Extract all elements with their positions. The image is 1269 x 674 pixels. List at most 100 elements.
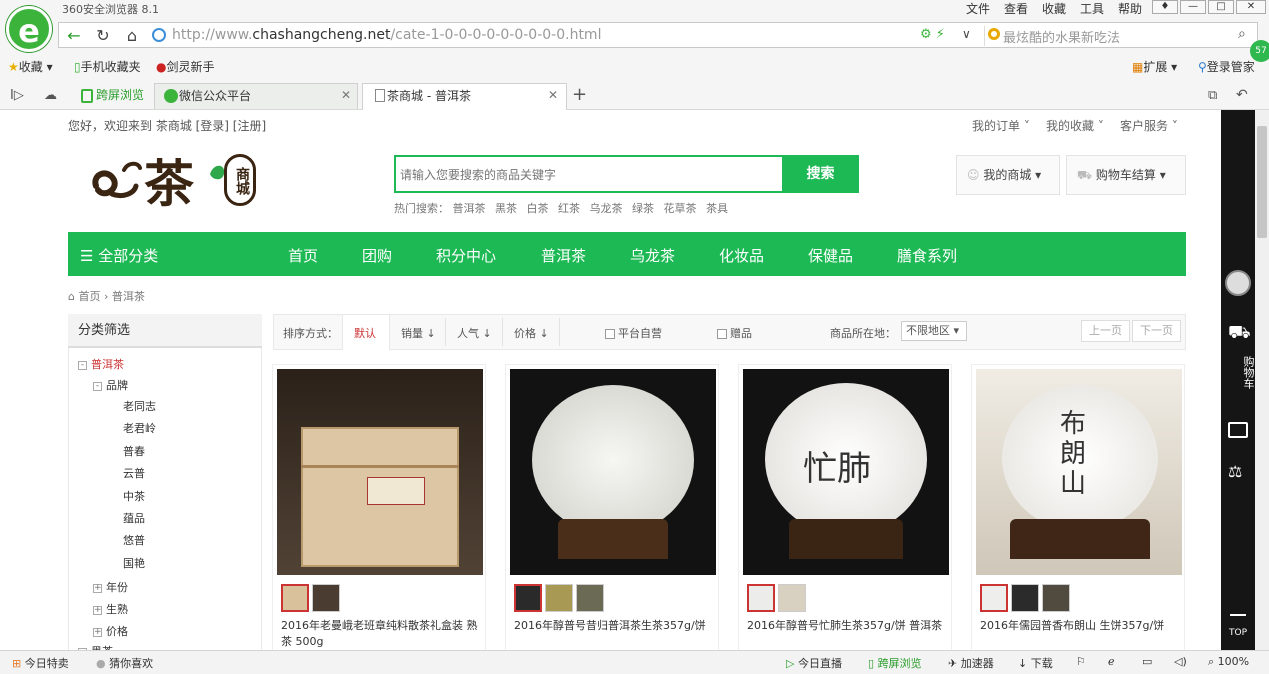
zoom-control[interactable]: ⌕ 100%: [1208, 655, 1249, 669]
welcome-text[interactable]: 您好，欢迎来到 茶商城 [登录] [注册]: [68, 117, 266, 134]
search-input[interactable]: [400, 168, 770, 182]
today-sale-button[interactable]: ⊞ 今日特卖: [12, 655, 69, 671]
maximize-icon[interactable]: □: [1208, 0, 1234, 14]
bookmark-mobile[interactable]: ▯手机收藏夹: [74, 58, 141, 75]
new-tab-icon[interactable]: +: [572, 84, 587, 105]
nav-health[interactable]: 保健品: [808, 245, 853, 266]
breadcrumb-current[interactable]: 普洱茶: [112, 290, 145, 303]
sidebar-toggle-icon[interactable]: I▷: [10, 88, 24, 103]
accelerator-button[interactable]: ✈ 加速器: [948, 655, 994, 671]
product-image[interactable]: [510, 369, 716, 575]
hot-term[interactable]: 乌龙茶: [590, 202, 623, 215]
tab-tea-mall[interactable]: 茶商城 - 普洱茶: [362, 83, 567, 110]
scale-icon[interactable]: ⚖: [1228, 462, 1242, 481]
thumbnail[interactable]: [778, 584, 806, 612]
breadcrumb-home[interactable]: 首页: [78, 290, 100, 303]
my-favorites-link[interactable]: 我的收藏 ˅: [1046, 117, 1104, 134]
restore-tab-icon[interactable]: ⧉: [1208, 88, 1217, 103]
menu-help[interactable]: 帮助: [1118, 0, 1142, 17]
hot-term[interactable]: 白茶: [527, 202, 549, 215]
product-card[interactable]: 2016年老曼峨老班章纯料散茶礼盒装 熟茶 500g: [272, 364, 486, 654]
browser-logo-icon[interactable]: e: [6, 6, 52, 52]
next-page-button[interactable]: 下一页: [1132, 320, 1181, 342]
cart-button[interactable]: ⛟ 购物车结算 ▾: [1066, 155, 1186, 195]
prev-page-button[interactable]: 上一页: [1081, 320, 1130, 342]
cart-icon[interactable]: ⛟: [1228, 322, 1251, 346]
cross-screen-button[interactable]: ▯ 跨屏浏览: [868, 655, 922, 671]
location-select[interactable]: 不限地区 ▾: [901, 321, 967, 341]
guess-you-like-button[interactable]: ● 猜你喜欢: [96, 655, 153, 671]
brand-item[interactable]: 云普: [123, 465, 145, 481]
hot-term[interactable]: 黑茶: [495, 202, 517, 215]
product-name[interactable]: 2016年老曼峨老班章纯料散茶礼盒装 熟茶 500g: [281, 618, 481, 650]
thumbnail[interactable]: [312, 584, 340, 612]
product-name[interactable]: 2016年儒园普香布朗山 生饼357g/饼: [980, 618, 1180, 634]
product-image[interactable]: 忙肺: [743, 369, 949, 575]
thumbnail[interactable]: [1011, 584, 1039, 612]
brand-item[interactable]: 普春: [123, 443, 145, 459]
sort-popularity[interactable]: 人气 ↓: [457, 325, 492, 341]
refresh-icon[interactable]: ↻: [92, 25, 114, 47]
login-manager-button[interactable]: ⚲登录管家: [1198, 58, 1255, 75]
my-mall-button[interactable]: ☺ 我的商城 ▾: [956, 155, 1060, 195]
volume-icon[interactable]: ◁): [1174, 655, 1187, 668]
brand-item[interactable]: 老君岭: [123, 420, 156, 436]
tab-close-icon[interactable]: ✕: [341, 88, 351, 102]
extensions-button[interactable]: ▦扩展 ▾: [1132, 58, 1177, 75]
thumbnail[interactable]: [576, 584, 604, 612]
menu-favorites[interactable]: 收藏: [1042, 0, 1066, 17]
search-icon[interactable]: ⌕: [1238, 26, 1246, 42]
hot-term[interactable]: 红茶: [558, 202, 580, 215]
menu-file[interactable]: 文件: [966, 0, 990, 17]
tree-raw-ripe[interactable]: + 生熟: [93, 601, 128, 617]
sort-sales[interactable]: 销量 ↓: [401, 325, 436, 341]
browser-search-input[interactable]: 最炫酷的水果新吃法: [1003, 27, 1120, 46]
product-image[interactable]: [277, 369, 483, 575]
hot-term[interactable]: 绿茶: [632, 202, 654, 215]
tree-brand[interactable]: - 品牌: [93, 377, 128, 393]
hot-term[interactable]: 普洱茶: [453, 202, 486, 215]
brand-item[interactable]: 中茶: [123, 488, 145, 504]
thumbnail[interactable]: [747, 584, 775, 612]
hot-term[interactable]: 茶具: [706, 202, 728, 215]
thumbnail[interactable]: [545, 584, 573, 612]
nav-group-buy[interactable]: 团购: [362, 245, 392, 266]
live-button[interactable]: ▷ 今日直播: [786, 655, 842, 671]
customer-service-link[interactable]: 客户服务 ˅: [1120, 117, 1178, 134]
tree-year[interactable]: + 年份: [93, 579, 128, 595]
tab-close-icon[interactable]: ✕: [548, 88, 558, 102]
back-icon[interactable]: ←: [63, 25, 85, 47]
close-window-icon[interactable]: ✕: [1236, 0, 1266, 14]
hot-term[interactable]: 花草茶: [664, 202, 697, 215]
chevron-down-icon[interactable]: ∨: [962, 27, 971, 41]
back-to-top-button[interactable]: TOP: [1221, 626, 1255, 640]
thumbnail[interactable]: [1042, 584, 1070, 612]
message-icon[interactable]: [1228, 422, 1248, 438]
all-categories-button[interactable]: ☰ 全部分类: [80, 245, 158, 266]
tree-price[interactable]: + 价格: [93, 623, 128, 639]
tree-root-puer[interactable]: - 普洱茶: [78, 356, 124, 372]
product-card[interactable]: 2016年醇普号昔归普洱茶生茶357g/饼: [505, 364, 719, 654]
minimize-icon[interactable]: —: [1180, 0, 1206, 14]
menu-tools[interactable]: 工具: [1080, 0, 1104, 17]
product-card[interactable]: 布朗山 2016年儒园普香布朗山 生饼357g/饼: [971, 364, 1185, 654]
menu-view[interactable]: 查看: [1004, 0, 1028, 17]
brand-item[interactable]: 国艳: [123, 555, 145, 571]
product-name[interactable]: 2016年醇普号昔归普洱茶生茶357g/饼: [514, 618, 714, 634]
search-engine-icon[interactable]: [988, 28, 1000, 40]
home-icon[interactable]: ⌂: [121, 25, 143, 47]
nav-home[interactable]: 首页: [288, 245, 318, 266]
bookmark-jianling[interactable]: ●剑灵新手: [156, 58, 215, 75]
nav-oolong[interactable]: 乌龙茶: [630, 245, 675, 266]
flag-icon[interactable]: ⚐: [1076, 655, 1086, 668]
url-input[interactable]: http://www.chashangcheng.net/cate-1-0-0-…: [172, 27, 601, 43]
download-button[interactable]: ↓ 下载: [1018, 655, 1053, 671]
product-card[interactable]: 忙肺 2016年醇普号忙肺生茶357g/饼 普洱茶: [738, 364, 952, 654]
thumbnail[interactable]: [281, 584, 309, 612]
brand-item[interactable]: 老同志: [123, 398, 156, 414]
cloud-icon[interactable]: ☁: [44, 88, 57, 103]
self-operated-checkbox[interactable]: 平台自营: [605, 325, 662, 341]
nav-diet[interactable]: 膳食系列: [897, 245, 957, 266]
speed-mode-icon[interactable]: ⚙ ⚡: [920, 27, 945, 42]
brand-item[interactable]: 蕴品: [123, 510, 145, 526]
